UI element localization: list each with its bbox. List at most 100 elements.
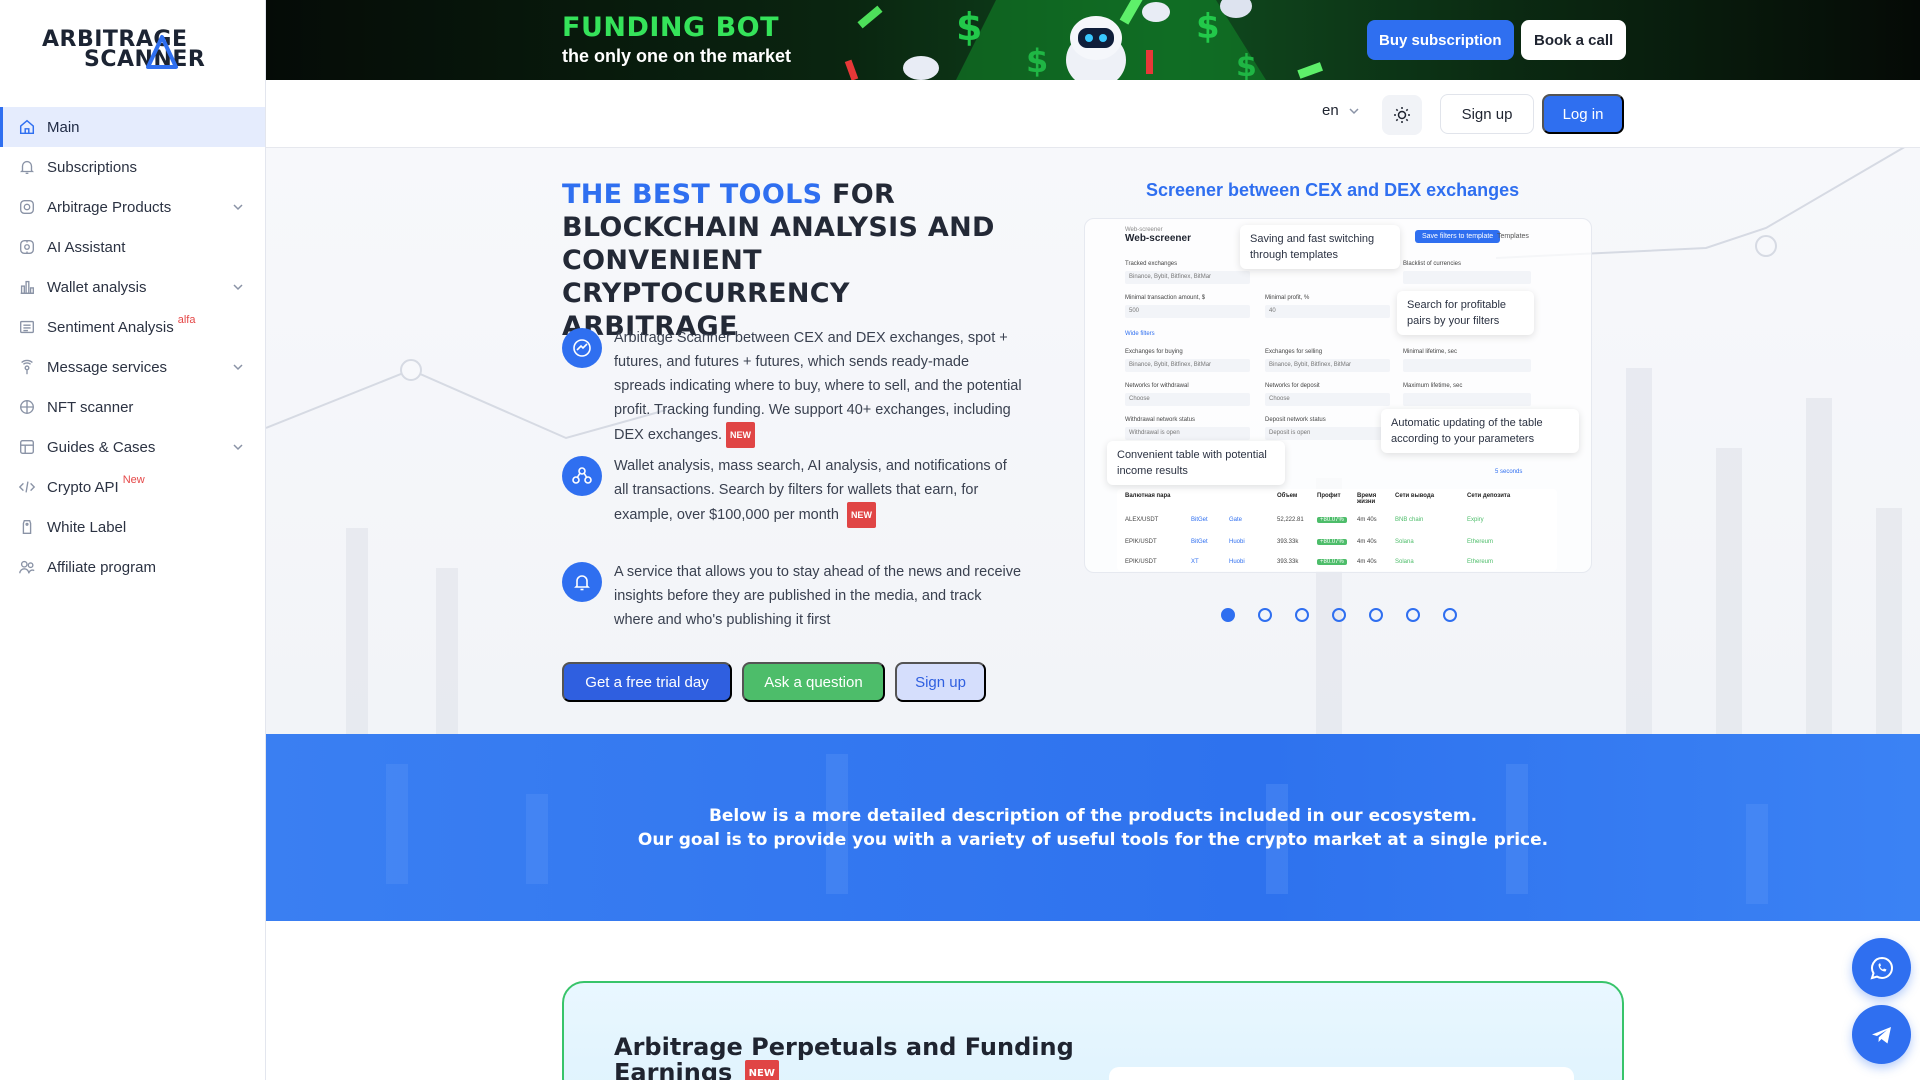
mock-field: Withdrawal is open — [1125, 427, 1250, 440]
bell-icon — [18, 158, 36, 176]
sun-icon — [1394, 107, 1410, 123]
chevron-down-icon[interactable] — [231, 440, 245, 454]
banner-subtitle: the only one on the market — [562, 46, 792, 66]
sidebar-item-affiliate-program[interactable]: Affiliate program — [0, 547, 265, 587]
hero-title-highlight: THE BEST TOOLS — [562, 179, 823, 210]
mock-label: Withdrawal network status — [1125, 417, 1196, 423]
sidebar: ARBITRAGE SCANNER Main Subscriptions Arb… — [0, 0, 266, 1080]
mock-td: BitGet — [1191, 539, 1208, 545]
mock-field: Deposit is open — [1265, 427, 1390, 440]
carousel-dot[interactable] — [1369, 608, 1383, 622]
mock-th: Объем — [1277, 493, 1298, 499]
mock-td: +80.07% — [1317, 539, 1347, 545]
mock-td: Ethereum — [1467, 559, 1494, 565]
telegram-icon — [1871, 1026, 1891, 1043]
chevron-down-icon[interactable] — [231, 200, 245, 214]
carousel-pagination — [1221, 608, 1457, 622]
sidebar-item-crypto-api[interactable]: Crypto API New — [0, 467, 265, 507]
bar-chart-icon — [18, 278, 36, 296]
mock-field: Binance, Bybit, Bitfinex, BitMar — [1265, 359, 1390, 372]
news-icon — [18, 318, 36, 336]
banner-title: FUNDING BOT — [562, 12, 780, 43]
feature-text: Arbitrage Scanner between CEX and DEX ex… — [614, 326, 1024, 448]
band-line-2: Our goal is to provide you with a variet… — [637, 830, 1549, 850]
mock-td: ALEX/USDT — [1125, 517, 1159, 523]
top-header: en Sign up Log in — [266, 80, 1920, 148]
sidebar-item-white-label[interactable]: White Label — [0, 507, 265, 547]
sidebar-item-wallet-analysis[interactable]: Wallet analysis — [0, 267, 265, 307]
mock-header-title: Web-screener — [1125, 233, 1191, 244]
book-call-button[interactable]: Book a call — [1521, 20, 1627, 60]
hero-title: THE BEST TOOLS FOR BLOCKCHAIN ANALYSIS A… — [562, 178, 1032, 343]
callout-templates: Saving and fast switching through templa… — [1240, 225, 1400, 269]
carousel-dot[interactable] — [1332, 608, 1346, 622]
sidebar-item-sentiment-analysis[interactable]: Sentiment Analysis alfa — [0, 307, 265, 347]
carousel-dot[interactable] — [1406, 608, 1420, 622]
free-trial-button[interactable]: Get a free trial day — [562, 662, 732, 702]
sidebar-item-label: NFT scanner — [47, 398, 134, 416]
hero-section: THE BEST TOOLS FOR BLOCKCHAIN ANALYSIS A… — [266, 148, 1920, 734]
new-badge: NEW — [744, 1060, 779, 1080]
product-preview-panel — [1109, 1067, 1574, 1080]
sidebar-item-label: Wallet analysis — [47, 278, 147, 296]
sidebar-item-label: Sentiment Analysis — [47, 318, 174, 336]
mock-label: Networks for deposit — [1265, 383, 1320, 389]
carousel-slide[interactable]: Web-screener Web-screener Save filters t… — [1084, 218, 1592, 573]
mock-td: BNB chain — [1395, 517, 1424, 523]
mock-th: Сети вывода — [1395, 493, 1435, 499]
mock-templates-dropdown: Templates — [1497, 233, 1529, 240]
carousel-dot[interactable] — [1295, 608, 1309, 622]
sidebar-item-label: Arbitrage Products — [47, 198, 172, 216]
sidebar-item-message-services[interactable]: Message services — [0, 347, 265, 387]
label-icon — [18, 518, 36, 536]
product-card-arbitrage-perpetuals[interactable]: Arbitrage Perpetuals and Funding Earning… — [562, 981, 1624, 1080]
chevron-down-icon[interactable] — [231, 360, 245, 374]
mock-field: 40 — [1265, 305, 1390, 318]
mock-td: 4m 40s — [1357, 539, 1377, 545]
sidebar-item-subscriptions[interactable]: Subscriptions — [0, 147, 265, 187]
mock-screener-header: Web-screener Web-screener — [1125, 227, 1191, 244]
bell-alert-icon — [562, 562, 602, 602]
mock-label: Minimal transaction amount, $ — [1125, 295, 1206, 301]
product-title: Arbitrage Perpetuals and Funding Earning… — [614, 1035, 1114, 1080]
mock-results-table: Валютная пара Объем Профит Время жизни С… — [1117, 489, 1557, 571]
mock-td: XT — [1191, 559, 1199, 565]
language-select[interactable]: en — [1322, 102, 1361, 119]
feature-description: Arbitrage Scanner between CEX and DEX ex… — [614, 330, 1022, 443]
signal-icon — [18, 358, 36, 376]
sidebar-item-guides-cases[interactable]: Guides & Cases — [0, 427, 265, 467]
login-button[interactable]: Log in — [1542, 94, 1624, 134]
mock-th: Профит — [1317, 493, 1341, 499]
mock-field: 500 — [1125, 305, 1250, 318]
carousel-dot[interactable] — [1258, 608, 1272, 622]
svg-text:$: $ — [1196, 7, 1220, 47]
mock-td: Huobi — [1229, 559, 1245, 565]
mock-label: Exchanges for selling — [1265, 349, 1323, 355]
ask-question-button[interactable]: Ask a question — [742, 662, 885, 702]
mock-label: Exchanges for buying — [1125, 349, 1183, 355]
brand-logo[interactable]: ARBITRAGE SCANNER — [42, 27, 222, 73]
carousel-dot[interactable] — [1221, 608, 1235, 622]
sidebar-item-main[interactable]: Main — [0, 107, 265, 147]
chevron-down-icon — [1349, 107, 1359, 114]
sidebar-nav: Main Subscriptions Arbitrage Products AI… — [0, 107, 265, 587]
header-signup-button[interactable]: Sign up — [1440, 94, 1534, 134]
callout-auto-update: Automatic updating of the table accordin… — [1381, 409, 1579, 453]
chevron-down-icon[interactable] — [231, 280, 245, 294]
hero-signup-button[interactable]: Sign up — [895, 662, 986, 702]
carousel-dot[interactable] — [1443, 608, 1457, 622]
whatsapp-button[interactable] — [1852, 938, 1911, 997]
mock-save-template-button: Save filters to template — [1415, 230, 1501, 243]
telegram-button[interactable] — [1852, 1005, 1911, 1064]
sidebar-item-nft-scanner[interactable]: NFT scanner — [0, 387, 265, 427]
mock-field — [1403, 359, 1531, 372]
theme-toggle-button[interactable] — [1382, 95, 1422, 135]
sidebar-item-ai-assistant[interactable]: AI Assistant — [0, 227, 265, 267]
sidebar-item-arbitrage-products[interactable]: Arbitrage Products — [0, 187, 265, 227]
buy-subscription-button[interactable]: Buy subscription — [1367, 20, 1514, 60]
band-text: Below is a more detailed description of … — [266, 804, 1920, 852]
scan-icon — [18, 198, 36, 216]
mock-field: Binance, Bybit, Bitfinex, BitMar — [1125, 359, 1250, 372]
mock-td: 393.33k — [1277, 559, 1299, 565]
funding-bot-banner[interactable]: $ $ $ $ FUNDING BOT the only one on the … — [266, 0, 1920, 80]
